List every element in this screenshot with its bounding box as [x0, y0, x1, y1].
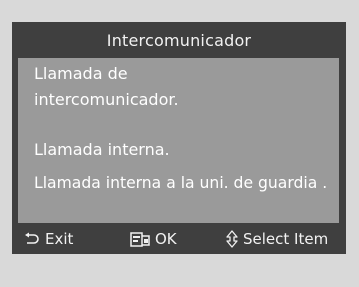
up-down-arrow-icon	[226, 229, 238, 248]
screen: Intercomunicador Llamada de intercomunic…	[0, 0, 359, 287]
exit-label: Exit	[45, 229, 74, 248]
message-panel: Llamada de intercomunicador. Llamada int…	[18, 58, 339, 223]
message-line: Llamada de	[34, 64, 128, 83]
intercom-dialog: Intercomunicador Llamada de intercomunic…	[12, 22, 346, 254]
message-line: intercomunicador.	[34, 90, 179, 109]
enter-icon	[130, 231, 150, 247]
footer-hints: Exit OK Select Item	[12, 223, 346, 254]
message-line: Llamada interna a la uni. de guardia .	[34, 174, 328, 192]
select-item-label: Select Item	[243, 229, 329, 248]
select-item-button[interactable]: Select Item	[226, 223, 328, 254]
ok-label: OK	[155, 229, 177, 248]
title-bar: Intercomunicador	[12, 22, 346, 58]
exit-button[interactable]: Exit	[24, 223, 73, 254]
ok-button[interactable]: OK	[130, 223, 177, 254]
return-arrow-icon	[25, 232, 39, 244]
dialog-title: Intercomunicador	[106, 30, 252, 50]
message-line: Llamada interna.	[34, 140, 170, 159]
